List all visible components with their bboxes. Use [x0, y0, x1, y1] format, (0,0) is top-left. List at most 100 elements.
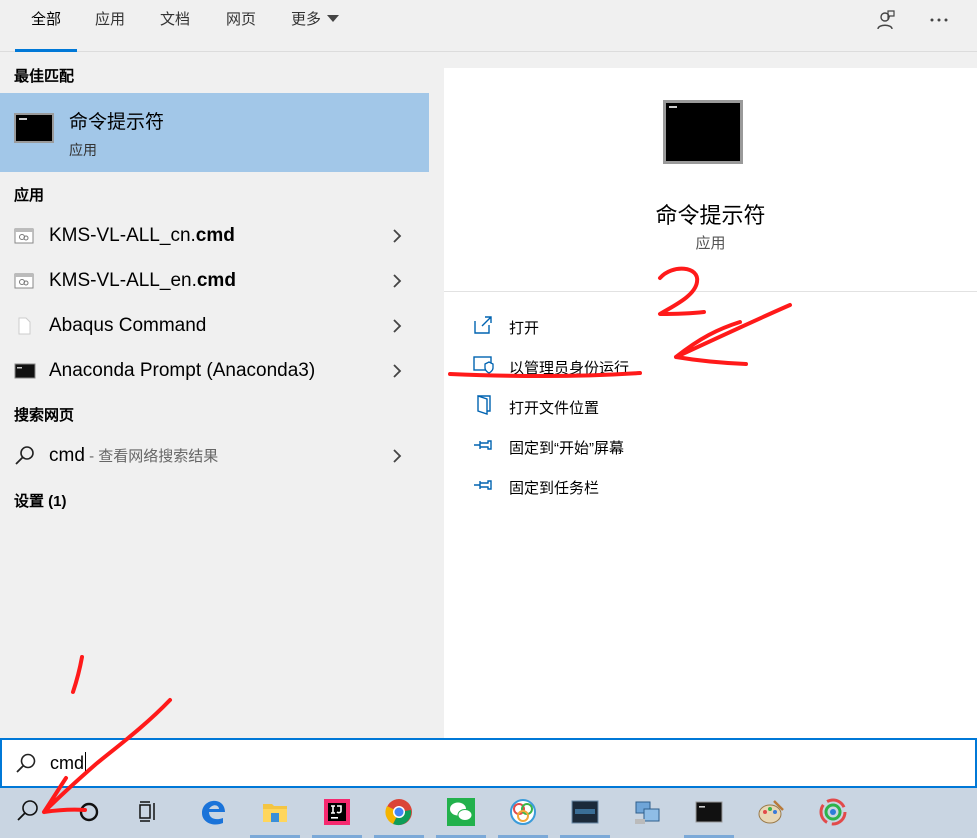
list-item-name: KMS-VL-ALL_cn.: [49, 225, 196, 246]
web-search-hint: - 查看网络搜索结果: [84, 448, 219, 465]
search-input-value: cmd: [50, 753, 85, 773]
taskbar-edge[interactable]: [184, 788, 242, 838]
action-label: 以管理员身份运行: [509, 360, 630, 377]
file-explorer-icon: [263, 804, 287, 822]
chevron-right-icon[interactable]: [390, 316, 404, 336]
taskbar-paint[interactable]: [742, 788, 800, 838]
text-cursor: [85, 752, 87, 772]
intellij-icon: [324, 799, 350, 825]
cmd-icon: [695, 801, 723, 823]
feedback-icon[interactable]: [873, 8, 901, 32]
action-run-as-admin[interactable]: 以管理员身份运行: [472, 352, 772, 380]
tencent-meeting-icon: [819, 798, 847, 826]
navicat-icon: [510, 799, 536, 825]
action-open[interactable]: 打开: [472, 312, 772, 340]
results-panel: 最佳匹配 命令提示符 应用 应用 KMS-VL-ALL_cn.cmd KMS-V…: [0, 52, 429, 738]
detail-title: 命令提示符: [655, 203, 766, 228]
list-item-name: KMS-VL-ALL_en.: [49, 270, 197, 291]
script-icon: [14, 228, 34, 244]
taskbar-cortana-button[interactable]: [60, 788, 118, 838]
web-search-item[interactable]: cmd - 查看网络搜索结果: [0, 434, 429, 478]
list-item-name: Anaconda Prompt (Anaconda3): [49, 360, 316, 381]
pin-start-icon: [474, 440, 492, 450]
taskbar-intellij[interactable]: [308, 788, 366, 838]
taskbar-network[interactable]: [618, 788, 676, 838]
taskbar: [0, 788, 977, 838]
edge-icon: [202, 800, 225, 825]
chrome-icon: [385, 799, 412, 826]
tab-apps[interactable]: 应用: [95, 0, 125, 52]
wechat-icon: [447, 798, 475, 826]
list-item-match: cmd: [195, 225, 235, 246]
taskbar-cmd[interactable]: [680, 788, 738, 838]
network-icon: [635, 801, 660, 824]
web-search-query: cmd: [49, 445, 85, 466]
taskbar-tencent-meeting[interactable]: [804, 788, 862, 838]
action-label: 打开文件位置: [509, 400, 600, 417]
search-input[interactable]: cmd: [50, 752, 87, 774]
command-prompt-large-icon: [663, 100, 743, 164]
search-scope-tabs: 全部 应用 文档 网页 更多: [0, 0, 977, 52]
best-match-type: 应用: [69, 142, 97, 158]
list-item[interactable]: KMS-VL-ALL_en.cmd: [0, 259, 429, 303]
list-item-name: Abaqus Command: [49, 315, 207, 336]
open-icon: [474, 316, 492, 334]
list-item[interactable]: Abaqus Command: [0, 304, 429, 348]
tab-all[interactable]: 全部: [14, 0, 78, 52]
file-location-icon: [477, 395, 491, 415]
chevron-right-icon[interactable]: [390, 361, 404, 381]
best-match-name: 命令提示符: [69, 112, 165, 133]
best-match-heading: 最佳匹配: [14, 68, 75, 85]
tab-more[interactable]: 更多: [291, 0, 340, 52]
action-pin-start[interactable]: 固定到“开始”屏幕: [472, 432, 772, 460]
mysql-icon: [571, 800, 599, 824]
list-item[interactable]: KMS-VL-ALL_cn.cmd: [0, 214, 429, 258]
more-options-icon[interactable]: [927, 8, 955, 32]
action-pin-taskbar[interactable]: 固定到任务栏: [472, 472, 772, 500]
list-item-label: Anaconda Prompt (Anaconda3): [49, 360, 315, 382]
command-prompt-icon: [14, 113, 54, 143]
search-icon: [16, 753, 36, 773]
taskbar-navicat[interactable]: [494, 788, 552, 838]
taskbar-chrome[interactable]: [370, 788, 428, 838]
action-label: 固定到任务栏: [509, 480, 600, 497]
apps-heading: 应用: [14, 187, 45, 204]
list-item-label: Abaqus Command: [49, 315, 206, 337]
tab-documents[interactable]: 文档: [160, 0, 190, 52]
chevron-right-icon[interactable]: [390, 271, 404, 291]
detail-card: 命令提示符 应用 打开 以管理员身份运行 打开文件位置 固定到“开始”屏幕 固定…: [444, 68, 977, 738]
search-box[interactable]: cmd: [0, 738, 977, 788]
run-as-admin-icon: [473, 356, 494, 374]
tab-web[interactable]: 网页: [226, 0, 256, 52]
taskbar-file-explorer[interactable]: [246, 788, 304, 838]
taskbar-task-view-button[interactable]: [120, 788, 178, 838]
search-icon: [17, 800, 38, 821]
paint-icon: [758, 800, 784, 824]
settings-heading[interactable]: 设置 (1): [14, 490, 67, 511]
detail-panel: 命令提示符 应用 打开 以管理员身份运行 打开文件位置 固定到“开始”屏幕 固定…: [429, 52, 977, 738]
list-item-match: cmd: [196, 270, 236, 291]
list-item-label: KMS-VL-ALL_cn.cmd: [49, 225, 235, 247]
action-open-file-location[interactable]: 打开文件位置: [472, 392, 772, 420]
chevron-right-icon[interactable]: [390, 226, 404, 246]
chevron-right-icon[interactable]: [390, 446, 404, 466]
tab-more-label: 更多: [291, 11, 322, 28]
web-search-label: cmd - 查看网络搜索结果: [49, 445, 218, 467]
search-web-heading: 搜索网页: [14, 407, 75, 424]
action-label: 固定到“开始”屏幕: [509, 440, 624, 457]
file-icon: [18, 317, 31, 335]
list-item-label: KMS-VL-ALL_en.cmd: [49, 270, 236, 292]
divider: [444, 291, 977, 292]
chevron-down-icon: [327, 15, 340, 22]
best-match-item[interactable]: 命令提示符 应用: [0, 93, 429, 172]
action-label: 打开: [509, 320, 540, 337]
cortana-icon: [79, 802, 99, 822]
taskbar-mysql[interactable]: [556, 788, 614, 838]
taskbar-wechat[interactable]: [432, 788, 490, 838]
list-item[interactable]: Anaconda Prompt (Anaconda3): [0, 349, 429, 393]
pin-taskbar-icon: [474, 480, 492, 490]
task-view-icon: [139, 801, 155, 822]
taskbar-search-button[interactable]: [0, 788, 58, 838]
search-icon: [15, 446, 34, 465]
script-icon: [14, 273, 34, 289]
